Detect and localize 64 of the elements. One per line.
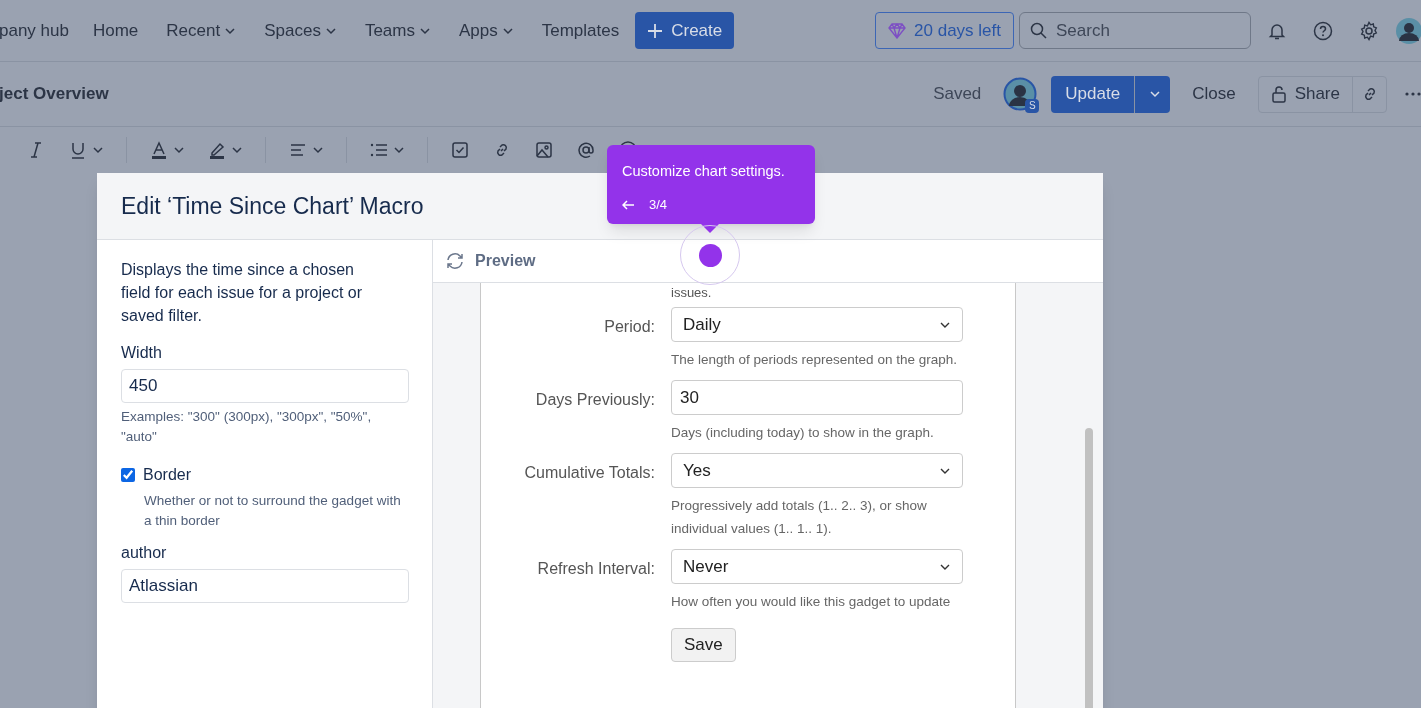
settings-icon[interactable] (1359, 20, 1379, 41)
search-field[interactable]: Search (1019, 12, 1251, 49)
select-field[interactable]: Yes (671, 453, 963, 488)
field-hint: How often you would like this gadget to update (671, 593, 952, 611)
nav-item[interactable]: Home (92, 17, 139, 44)
field-hint: The length of periods represented on the graph. (671, 351, 958, 369)
lock-icon (1270, 85, 1287, 103)
caret-icon (393, 144, 405, 156)
create-button[interactable]: Create (635, 12, 735, 49)
input-field[interactable]: Atlassian (121, 569, 409, 603)
diamond-icon (888, 22, 907, 39)
field-label: author (121, 543, 168, 563)
save-button[interactable]: Save (671, 628, 736, 662)
select-field[interactable]: Never (671, 549, 963, 584)
nav-item[interactable]: Spaces (264, 17, 337, 44)
field-label: Period: (603, 317, 656, 337)
field-hint: Examples: "300" (300px), "300px", "50%", "auto" (121, 408, 373, 446)
update-button[interactable]: Update (1051, 75, 1135, 113)
nav-item[interactable]: Recent (166, 17, 237, 44)
close-button[interactable]: Close (1192, 81, 1236, 107)
nav-item[interactable]: Teams (364, 17, 431, 44)
avatar-icon[interactable] (1395, 16, 1421, 45)
step-counter: 3/4 (649, 195, 668, 214)
scrollbar[interactable] (1085, 428, 1093, 708)
field-hint: Progressively add totals (1.. 2.. 3), or show individual values (1.. 1.. 1). (671, 497, 928, 538)
field-hint: Days (including today) to show in the graph. (671, 424, 935, 442)
help-text: issues. (671, 284, 712, 302)
macro-description: Displays the time since a chosen field for each issue for a project or saved filter. (121, 260, 363, 326)
back-arrow-icon[interactable] (622, 199, 635, 210)
nav-item[interactable]: Apps (458, 17, 514, 44)
input-field[interactable]: 450 (121, 369, 409, 403)
select-field[interactable]: Daily (671, 307, 963, 342)
tooltip-text: Customize chart settings. (622, 162, 786, 181)
nav-item[interactable]: pany hub (0, 17, 69, 44)
checkbox-label: Border (143, 465, 192, 485)
avatar-icon[interactable]: S (1003, 77, 1038, 111)
highlight-icon[interactable] (207, 140, 227, 160)
save-status: Saved (933, 83, 982, 106)
modal-title: Edit ‘Time Since Chart’ Macro (121, 191, 424, 221)
caret-icon (1148, 88, 1161, 100)
checkbox-icon[interactable] (450, 140, 470, 160)
caret-icon (92, 144, 104, 156)
caret-icon (312, 144, 324, 156)
field-label: Width (121, 343, 163, 363)
plus-icon (647, 22, 664, 39)
search-icon (1030, 22, 1047, 39)
checkbox[interactable] (121, 468, 135, 482)
caret-icon (231, 144, 243, 156)
refresh-icon[interactable] (445, 251, 465, 271)
help-icon[interactable] (1313, 20, 1333, 41)
nav-item[interactable]: Templates (541, 17, 620, 44)
update-dropdown-button[interactable] (1134, 75, 1171, 113)
trial-badge[interactable]: 20 days left (875, 12, 1014, 49)
preview-title: Preview (475, 251, 536, 271)
field-label: Refresh Interval: (536, 559, 656, 579)
field-label: Cumulative Totals: (523, 463, 656, 483)
image-icon[interactable] (534, 140, 554, 160)
mention-icon[interactable] (576, 140, 596, 160)
field-label: Days Previously: (534, 390, 656, 410)
more-icon[interactable] (1405, 91, 1421, 97)
text-color-icon[interactable] (149, 140, 169, 160)
input-field[interactable]: 30 (671, 380, 963, 415)
caret-icon (173, 144, 185, 156)
field-hint: Whether or not to surround the gadget with a thin border (143, 492, 402, 530)
